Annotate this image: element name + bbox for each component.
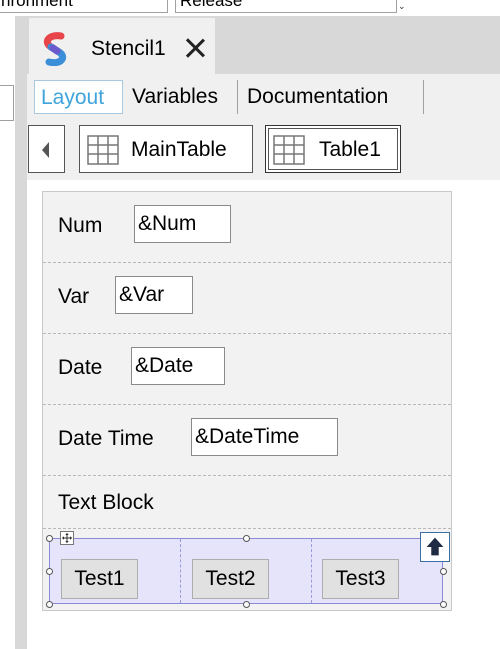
table-row[interactable]: Num &Num — [43, 192, 451, 263]
left-pane-field[interactable] — [0, 85, 14, 121]
table-row[interactable]: Date Time &DateTime — [43, 405, 451, 476]
designer-tabs: Layout Variables Documentation — [27, 74, 500, 124]
tab-title: Stencil1 — [91, 37, 166, 60]
resize-handle[interactable] — [440, 601, 447, 608]
table-button-table1[interactable]: Table1 — [265, 125, 401, 173]
test2-button[interactable]: Test2 — [192, 559, 269, 599]
selected-row[interactable]: Test1 Test2 Test3 — [49, 538, 443, 604]
resize-handle[interactable] — [46, 601, 53, 608]
field-label-date: Date — [58, 356, 103, 379]
arrow-up-icon[interactable] — [420, 532, 450, 562]
field-label-datetime: Date Time — [58, 427, 154, 450]
table-row[interactable]: Date &Date — [43, 334, 451, 405]
resize-handle[interactable] — [440, 568, 447, 575]
table-row[interactable]: Text Block — [43, 476, 451, 529]
close-icon[interactable] — [184, 37, 206, 59]
test3-button[interactable]: Test3 — [322, 559, 399, 599]
tab-layout[interactable]: Layout — [34, 80, 123, 114]
grid-icon — [273, 135, 305, 165]
tab-variables[interactable]: Variables — [126, 80, 238, 114]
table-label: MainTable — [131, 138, 227, 161]
resize-handle[interactable] — [46, 535, 53, 542]
resize-handle[interactable] — [243, 535, 250, 542]
field-value-num[interactable]: &Num — [134, 205, 231, 243]
table-button-maintable[interactable]: MainTable — [79, 125, 253, 173]
grid-icon — [87, 135, 119, 165]
document-tab-bar: Stencil1 — [27, 16, 500, 74]
test1-button[interactable]: Test1 — [61, 559, 138, 599]
layout-table: Num &Num Var &Var Date &Date Date Time &… — [42, 191, 452, 611]
cell-divider — [311, 539, 312, 603]
field-label-var: Var — [58, 285, 90, 308]
resize-handle[interactable] — [243, 601, 250, 608]
dropdown-arrow-icon[interactable]: ⌄ — [398, 2, 406, 11]
field-value-datetime[interactable]: &DateTime — [191, 418, 338, 456]
environment-field[interactable]: nronment — [0, 0, 168, 13]
left-pane — [0, 16, 15, 649]
field-value-var[interactable]: &Var — [115, 276, 193, 314]
top-toolbar: nronment Release ⌄ — [0, 0, 500, 16]
tab-stencil1[interactable]: Stencil1 — [29, 18, 215, 74]
text-block-label: Text Block — [58, 491, 154, 514]
table-navigator: MainTable Table1 — [27, 124, 500, 180]
resize-handle[interactable] — [46, 568, 53, 575]
field-label-num: Num — [58, 214, 103, 237]
design-canvas: Num &Num Var &Var Date &Date Date Time &… — [27, 180, 500, 649]
tab-documentation[interactable]: Documentation — [241, 80, 424, 114]
chevron-left-icon[interactable] — [28, 125, 65, 173]
field-value-date[interactable]: &Date — [131, 347, 225, 385]
table-row[interactable]: Var &Var — [43, 263, 451, 334]
stencil-logo-icon — [43, 32, 67, 66]
move-icon[interactable] — [60, 531, 74, 545]
splitter[interactable] — [15, 16, 27, 649]
designer-panel: Stencil1 Layout Variables Documentation … — [27, 16, 500, 649]
table-label: Table1 — [319, 138, 381, 161]
configuration-field[interactable]: Release — [175, 0, 397, 13]
cell-divider — [180, 539, 181, 603]
